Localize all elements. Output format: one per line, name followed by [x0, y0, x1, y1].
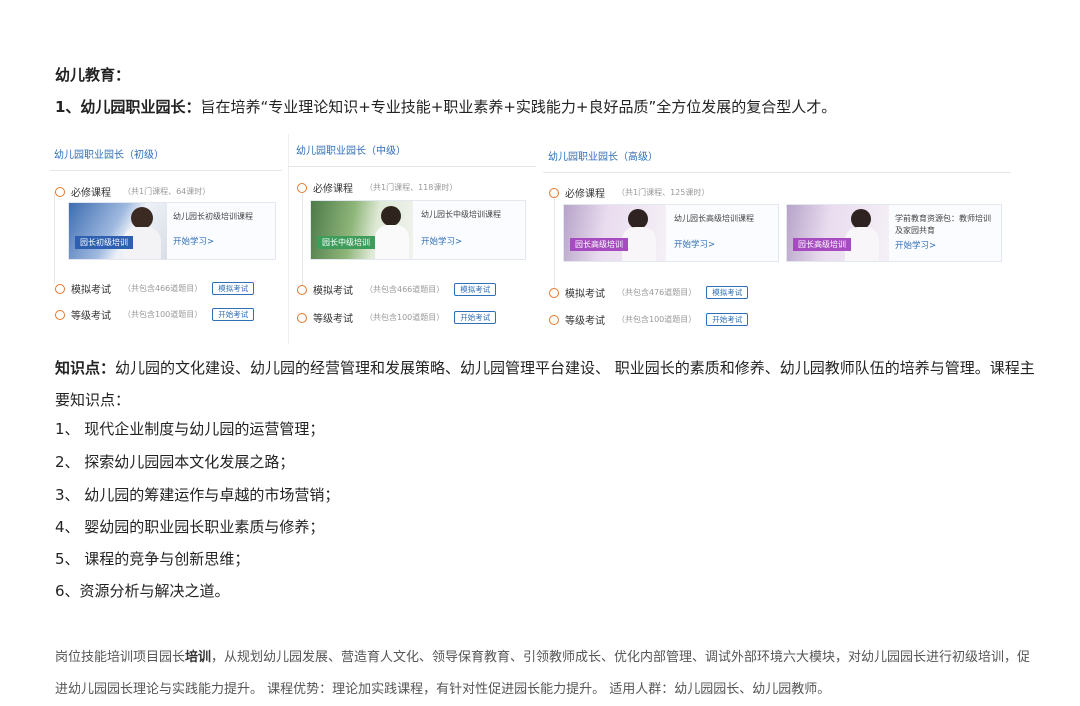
thumbnail-label: 园长中级培训 [317, 236, 375, 249]
course-thumbnail: 园长初级培训 [69, 203, 167, 259]
divider [288, 166, 536, 167]
grade-exam-row: 等级考试 （共包含100道题目） 开始考试 [297, 310, 497, 325]
step-circle-icon [549, 314, 559, 325]
panel-title[interactable]: 幼儿园职业园长（高级） [548, 148, 658, 163]
step-circle-icon [297, 312, 307, 323]
grade-label: 等级考试 [565, 316, 605, 327]
person-head [851, 209, 871, 229]
required-course-row: 必修课程 （共1门课程、64课时） [55, 184, 210, 199]
required-note: （共1门课程、64课时） [123, 187, 211, 196]
required-label: 必修课程 [313, 184, 353, 195]
step-circle-icon [55, 309, 65, 320]
mock-exam-button[interactable]: 模拟考试 [706, 286, 749, 299]
timeline-line [554, 196, 555, 288]
course-card[interactable]: 园长高级培训 幼儿园长高级培训课程 开始学习> [563, 204, 779, 262]
list-item: 4、 婴幼园的职业园长职业素质与修养； [55, 518, 325, 536]
list-item: 2、 探索幼儿园园本文化发展之路； [55, 453, 295, 471]
start-learning-link[interactable]: 开始学习> [421, 235, 462, 247]
knowledge-bold: 知识点： [55, 359, 116, 377]
grade-exam-row: 等级考试 （共包含100道题目） 开始考试 [55, 307, 255, 322]
required-course-row: 必修课程 （共1门课程、118课时） [297, 180, 457, 195]
panel-title[interactable]: 幼儿园职业园长（中级） [296, 142, 406, 157]
step-circle-icon [55, 283, 65, 294]
start-exam-button[interactable]: 开始考试 [706, 313, 749, 326]
course-panel-junior: 幼儿园职业园长（初级） 必修课程 （共1门课程、64课时） 园长初级培训 幼儿园… [50, 138, 282, 343]
required-note: （共1门课程、118课时） [365, 183, 458, 192]
mock-exam-row: 模拟考试 （共包含466道题目） 模拟考试 [55, 281, 255, 296]
course-card[interactable]: 园长中级培训 幼儿园长中级培训课程 开始学习> [310, 200, 526, 260]
panel-title[interactable]: 幼儿园职业园长（初级） [54, 146, 164, 161]
footer-pre: 岗位技能培训项目园长 [55, 650, 186, 665]
course-title: 幼儿园长中级培训课程 [421, 210, 501, 219]
start-exam-button[interactable]: 开始考试 [454, 311, 497, 324]
step-circle-icon [297, 182, 307, 193]
grade-note: （共包含100道题目） [365, 313, 445, 322]
required-label: 必修课程 [565, 189, 605, 200]
required-label: 必修课程 [71, 188, 111, 199]
start-learning-link[interactable]: 开始学习> [674, 238, 715, 250]
person-head [381, 206, 401, 226]
list-item: 1、 现代企业制度与幼儿园的运营管理； [55, 420, 325, 438]
mock-note: （共包含466道题目） [123, 284, 203, 293]
timeline-line [54, 192, 55, 284]
grade-exam-row: 等级考试 （共包含100道题目） 开始考试 [549, 312, 749, 327]
footer-bold: 培训 [185, 650, 212, 665]
thumbnail-label: 园长高级培训 [570, 238, 628, 251]
grade-label: 等级考试 [313, 314, 353, 325]
divider [543, 172, 1011, 173]
mock-exam-button[interactable]: 模拟考试 [454, 283, 497, 296]
knowledge-text: 幼儿园的文化建设、幼儿园的经营管理和发展策略、幼儿园管理平台建设、 职业园长的素… [55, 359, 1035, 409]
thumbnail-label: 园长高级培训 [793, 238, 851, 251]
grade-note: （共包含100道题目） [123, 310, 203, 319]
course-title: 学前教育资源包：教师培训及家园共育 [895, 214, 991, 235]
footer-paragraph: 岗位技能培训项目园长培训，从规划幼儿园发展、营造育人文化、领导保育教育、引领教师… [55, 642, 1040, 706]
course-title: 幼儿园长高级培训课程 [674, 214, 754, 223]
mock-label: 模拟考试 [71, 285, 111, 296]
start-learning-link[interactable]: 开始学习> [173, 235, 214, 247]
course-thumbnail: 园长高级培训 [787, 205, 889, 261]
grade-label: 等级考试 [71, 311, 111, 322]
knowledge-points: 知识点：幼儿园的文化建设、幼儿园的经营管理和发展策略、幼儿园管理平台建设、 职业… [55, 352, 1040, 416]
lead-bold: 1、幼儿园职业园长： [55, 98, 201, 116]
mock-exam-row: 模拟考试 （共包含466道题目） 模拟考试 [297, 282, 497, 297]
thumbnail-label: 园长初级培训 [75, 236, 133, 249]
list-item: 6、资源分析与解决之道。 [55, 582, 230, 600]
list-item: 5、 课程的竞争与创新思维； [55, 550, 250, 568]
timeline-line [302, 194, 303, 286]
start-exam-button[interactable]: 开始考试 [212, 308, 255, 321]
list-item: 3、 幼儿园的筹建运作与卓越的市场营销； [55, 486, 340, 504]
lead-text: 旨在培养“专业理论知识+专业技能+职业素养+实践能力+良好品质”全方位发展的复合… [200, 98, 837, 116]
course-thumbnail: 园长中级培训 [311, 201, 413, 259]
course-panel-intermediate: 幼儿园职业园长（中级） 必修课程 （共1门课程、118课时） 园长中级培训 幼儿… [288, 134, 536, 344]
grade-note: （共包含100道题目） [617, 315, 697, 324]
person-body [375, 225, 409, 259]
step-circle-icon [297, 284, 307, 295]
mock-label: 模拟考试 [565, 289, 605, 300]
course-card[interactable]: 园长高级培训 学前教育资源包：教师培训及家园共育 开始学习> [786, 204, 1002, 262]
course-title: 幼儿园长初级培训课程 [173, 212, 253, 221]
divider [50, 170, 282, 171]
person-head [628, 209, 648, 229]
course-thumbnail: 园长高级培训 [564, 205, 666, 261]
person-head [131, 207, 153, 229]
start-learning-link[interactable]: 开始学习> [895, 239, 936, 251]
lead-paragraph: 1、幼儿园职业园长：旨在培养“专业理论知识+专业技能+职业素养+实践能力+良好品… [55, 96, 836, 117]
mock-label: 模拟考试 [313, 286, 353, 297]
required-note: （共1门课程、125课时） [617, 188, 710, 197]
step-circle-icon [549, 187, 559, 198]
step-circle-icon [55, 186, 65, 197]
mock-exam-button[interactable]: 模拟考试 [212, 282, 255, 295]
section-title: 幼儿教育： [55, 66, 131, 84]
course-card[interactable]: 园长初级培训 幼儿园长初级培训课程 开始学习> [68, 202, 276, 260]
step-circle-icon [549, 287, 559, 298]
required-course-row: 必修课程 （共1门课程、125课时） [549, 185, 709, 200]
mock-note: （共包含466道题目） [365, 285, 445, 294]
course-panel-senior: 幼儿园职业园长（高级） 必修课程 （共1门课程、125课时） 园长高级培训 幼儿… [543, 140, 1011, 340]
mock-note: （共包含476道题目） [617, 288, 697, 297]
mock-exam-row: 模拟考试 （共包含476道题目） 模拟考试 [549, 285, 749, 300]
